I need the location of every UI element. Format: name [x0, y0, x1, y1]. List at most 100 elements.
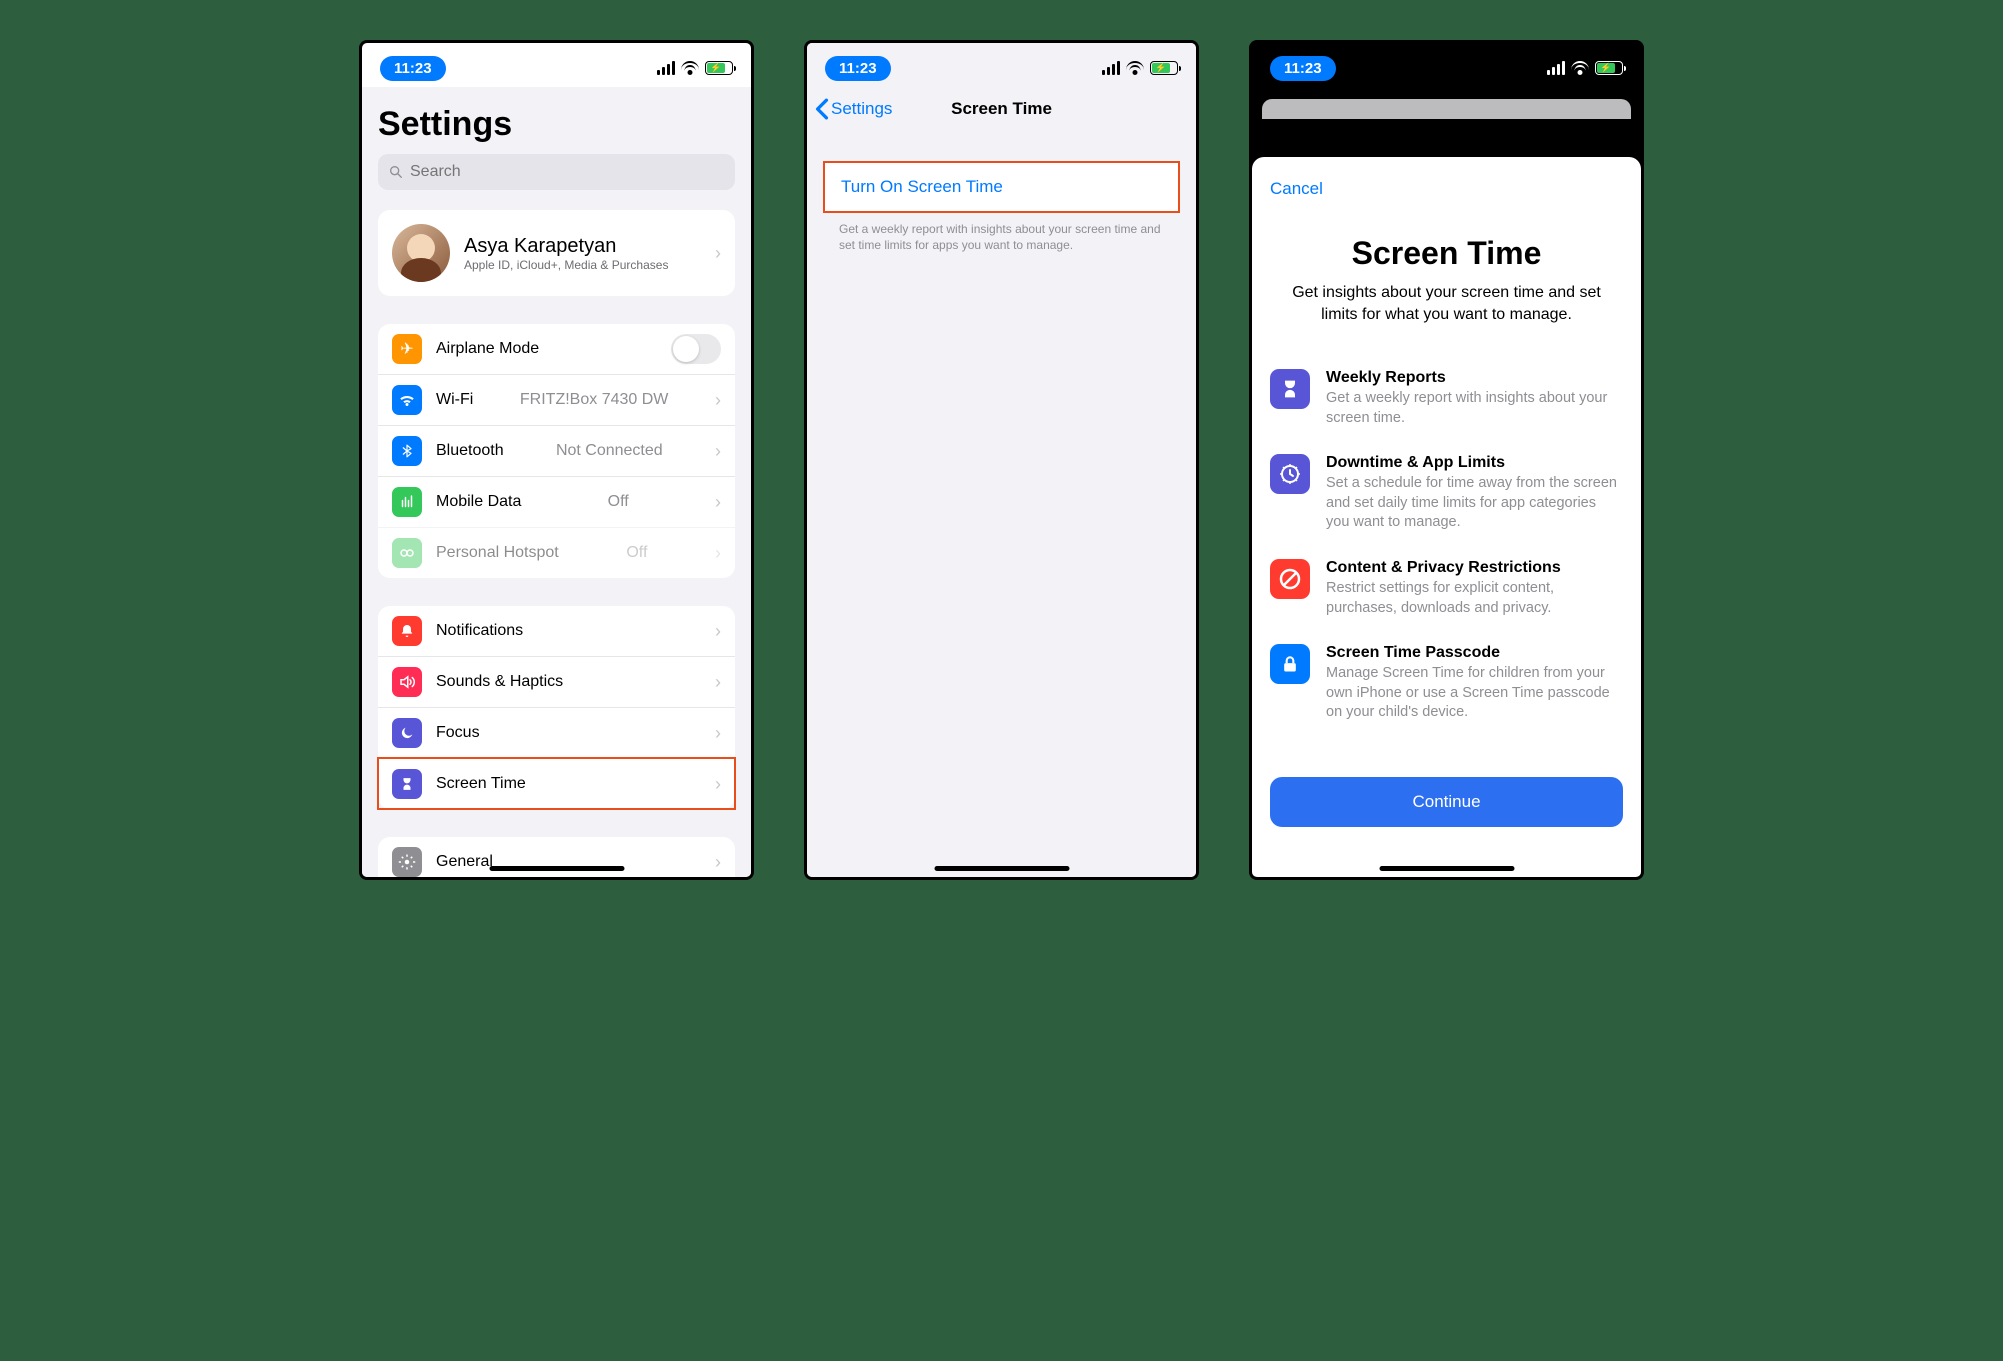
- home-indicator[interactable]: [934, 866, 1069, 871]
- row-label: Screen Time: [436, 775, 526, 793]
- status-right: ⚡: [1102, 61, 1178, 75]
- intro-subtitle: Get insights about your screen time and …: [1278, 282, 1615, 325]
- feature-desc: Restrict settings for explicit content, …: [1326, 579, 1623, 618]
- row-mobile-data[interactable]: Mobile Data Off ›: [378, 476, 735, 527]
- wifi-icon: [1126, 61, 1144, 75]
- row-label: Bluetooth: [436, 442, 504, 460]
- feature-title: Weekly Reports: [1326, 369, 1623, 387]
- battery-icon: ⚡: [1150, 61, 1178, 75]
- row-bluetooth[interactable]: Bluetooth Not Connected ›: [378, 425, 735, 476]
- back-label: Settings: [831, 99, 892, 119]
- status-right: ⚡: [657, 61, 733, 75]
- restrict-icon: [1270, 559, 1310, 599]
- feature-content: Content & Privacy Restrictions Restrict …: [1270, 559, 1623, 618]
- chevron-right-icon: ›: [715, 390, 721, 411]
- row-label: General: [436, 853, 493, 871]
- intro-title: Screen Time: [1270, 235, 1623, 272]
- screentime-body: Turn On Screen Time Get a weekly report …: [807, 131, 1196, 261]
- turn-on-link[interactable]: Turn On Screen Time: [841, 177, 1003, 196]
- feature-downtime: Downtime & App Limits Set a schedule for…: [1270, 454, 1623, 533]
- wifi-icon: [1571, 61, 1589, 75]
- chevron-left-icon: [815, 98, 829, 120]
- back-button[interactable]: Settings: [815, 98, 892, 120]
- screentime-content: Settings Screen Time Turn On Screen Time…: [807, 87, 1196, 877]
- hourglass-icon: [1270, 369, 1310, 409]
- home-indicator[interactable]: [1379, 866, 1514, 871]
- general-icon: [392, 847, 422, 877]
- row-value: Off: [626, 544, 647, 562]
- row-wifi[interactable]: Wi-Fi FRITZ!Box 7430 DW ›: [378, 374, 735, 425]
- row-label: Sounds & Haptics: [436, 673, 563, 691]
- battery-icon: ⚡: [1595, 61, 1623, 75]
- intro-sheet: Cancel Screen Time Get insights about yo…: [1252, 157, 1641, 877]
- profile-text: Asya Karapetyan Apple ID, iCloud+, Media…: [464, 235, 668, 272]
- mobile-data-icon: [392, 487, 422, 517]
- profile-card[interactable]: Asya Karapetyan Apple ID, iCloud+, Media…: [378, 210, 735, 296]
- lock-icon: [1270, 644, 1310, 684]
- focus-icon: [392, 718, 422, 748]
- phone-screentime-off: 11:23 ⚡ Settings Screen Time Turn On Scr…: [804, 40, 1199, 880]
- row-value: Not Connected: [556, 442, 663, 460]
- wifi-settings-icon: [392, 385, 422, 415]
- row-screentime[interactable]: Screen Time ›: [378, 758, 735, 809]
- nav-title: Screen Time: [951, 99, 1052, 119]
- status-bar: 11:23 ⚡: [807, 43, 1196, 87]
- feature-desc: Get a weekly report with insights about …: [1326, 389, 1623, 428]
- page-title: Settings: [378, 105, 735, 144]
- settings-content: Settings Asya Karapetyan Apple ID, iClou…: [362, 87, 751, 877]
- home-indicator[interactable]: [489, 866, 624, 871]
- hotspot-icon: [392, 538, 422, 568]
- feature-title: Downtime & App Limits: [1326, 454, 1623, 472]
- search-icon: [388, 164, 404, 180]
- system-group: Notifications › Sounds & Haptics › Focus…: [378, 606, 735, 809]
- continue-button[interactable]: Continue: [1270, 777, 1623, 827]
- notifications-icon: [392, 616, 422, 646]
- row-label: Notifications: [436, 622, 523, 640]
- bluetooth-icon: [392, 436, 422, 466]
- row-hotspot[interactable]: Personal Hotspot Off ›: [378, 527, 735, 578]
- search-field[interactable]: [378, 154, 735, 190]
- feature-weekly: Weekly Reports Get a weekly report with …: [1270, 369, 1623, 428]
- phone-screentime-intro: 11:23 ⚡ Cancel Screen Time Get insights …: [1249, 40, 1644, 880]
- chevron-right-icon: ›: [715, 621, 721, 642]
- features-list: Weekly Reports Get a weekly report with …: [1270, 369, 1623, 723]
- row-notifications[interactable]: Notifications ›: [378, 606, 735, 656]
- row-airplane[interactable]: ✈ Airplane Mode: [378, 324, 735, 374]
- signal-icon: [1102, 61, 1120, 75]
- feature-text: Screen Time Passcode Manage Screen Time …: [1326, 644, 1623, 723]
- status-right: ⚡: [1547, 61, 1623, 75]
- phone-settings: 11:23 ⚡ Settings Asya Karapetyan Apple I…: [359, 40, 754, 880]
- row-label: Wi-Fi: [436, 391, 473, 409]
- row-label: Mobile Data: [436, 493, 521, 511]
- airplane-icon: ✈: [392, 334, 422, 364]
- status-bar: 11:23 ⚡: [362, 43, 751, 87]
- row-general[interactable]: General ›: [378, 837, 735, 877]
- sheet-behind: [1262, 99, 1631, 119]
- signal-icon: [1547, 61, 1565, 75]
- sounds-icon: [392, 667, 422, 697]
- feature-title: Content & Privacy Restrictions: [1326, 559, 1623, 577]
- nav-bar: Settings Screen Time: [807, 87, 1196, 131]
- footer-text: Get a weekly report with insights about …: [823, 213, 1180, 261]
- battery-icon: ⚡: [705, 61, 733, 75]
- chevron-right-icon: ›: [715, 543, 721, 564]
- chevron-right-icon: ›: [715, 441, 721, 462]
- feature-text: Downtime & App Limits Set a schedule for…: [1326, 454, 1623, 533]
- chevron-right-icon: ›: [715, 852, 721, 873]
- row-focus[interactable]: Focus ›: [378, 707, 735, 758]
- turn-on-card[interactable]: Turn On Screen Time: [823, 161, 1180, 213]
- search-input[interactable]: [410, 163, 725, 181]
- cancel-button[interactable]: Cancel: [1270, 179, 1623, 199]
- profile-sub: Apple ID, iCloud+, Media & Purchases: [464, 258, 668, 272]
- status-bar: 11:23 ⚡: [1252, 43, 1641, 87]
- feature-title: Screen Time Passcode: [1326, 644, 1623, 662]
- chevron-right-icon: ›: [715, 723, 721, 744]
- airplane-toggle[interactable]: [671, 334, 721, 364]
- row-sounds[interactable]: Sounds & Haptics ›: [378, 656, 735, 707]
- status-time: 11:23: [825, 56, 891, 81]
- feature-passcode: Screen Time Passcode Manage Screen Time …: [1270, 644, 1623, 723]
- general-group: General ›: [378, 837, 735, 877]
- feature-desc: Set a schedule for time away from the sc…: [1326, 474, 1623, 533]
- feature-text: Content & Privacy Restrictions Restrict …: [1326, 559, 1623, 618]
- chevron-right-icon: ›: [715, 492, 721, 513]
